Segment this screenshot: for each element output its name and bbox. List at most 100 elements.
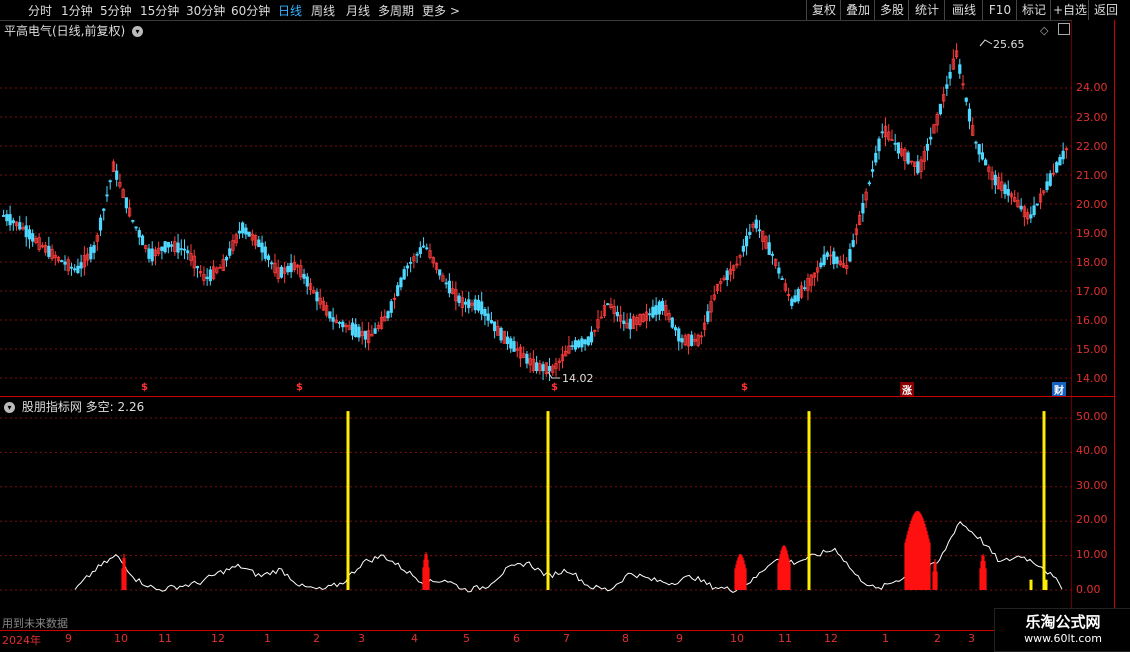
candle-body [425, 247, 429, 250]
candle-body [60, 260, 64, 263]
event-marker[interactable]: $ [551, 382, 558, 393]
indicator-tick: 40.00 [1076, 444, 1108, 457]
candlestick-chart[interactable] [0, 0, 1130, 650]
candle-body [725, 270, 729, 281]
candle-body [438, 269, 442, 276]
month-tick: 8 [622, 632, 629, 645]
month-tick: 3 [358, 632, 365, 645]
candle-body [315, 291, 319, 302]
candle-body [1006, 188, 1010, 196]
candle-body [744, 235, 749, 247]
candle-body [489, 320, 493, 324]
candle-body [660, 300, 665, 311]
candle-body [890, 139, 894, 142]
candle-body [140, 235, 145, 246]
finance-marker[interactable]: 财 [1052, 382, 1066, 397]
indicator-tick: 20.00 [1076, 513, 1108, 526]
candle-body [115, 170, 119, 180]
candle-body [1055, 162, 1059, 173]
candle-body [851, 240, 855, 247]
candle-body [182, 248, 187, 251]
candle-body [880, 131, 884, 134]
candle-body [79, 262, 83, 269]
event-marker[interactable]: $ [141, 382, 148, 393]
candle-body [341, 321, 345, 328]
chevron-down-icon[interactable]: ▾ [4, 402, 15, 413]
candle-body [137, 230, 141, 238]
event-marker[interactable]: $ [741, 382, 748, 393]
candle-body [444, 282, 448, 285]
candle-body [457, 295, 461, 303]
signal-bar-yellow [346, 411, 350, 590]
future-data-note: 用到未来数据 [2, 617, 68, 630]
candle-body [822, 254, 826, 265]
candle-body [583, 339, 587, 345]
candle-body [302, 273, 306, 279]
candle-body [819, 262, 823, 268]
indicator-tick: 30.00 [1076, 479, 1108, 492]
candle-body [690, 334, 694, 346]
candle-body [938, 103, 943, 115]
candle-body [89, 246, 93, 260]
candle-body [1019, 205, 1023, 210]
price-tick: 17.00 [1076, 285, 1108, 298]
candle-body [169, 244, 174, 247]
indicator-title: ▾ 股朋指标网 多空: 2.26 [4, 398, 144, 415]
candle-body [657, 301, 661, 315]
limit-up-marker[interactable]: 涨 [900, 382, 914, 397]
candle-body [570, 345, 574, 347]
candle-body [577, 340, 581, 348]
candle-body [916, 161, 920, 174]
candle-body [974, 141, 978, 144]
candle-body [18, 222, 22, 230]
event-marker[interactable]: $ [296, 382, 303, 393]
candle-body [670, 317, 674, 328]
candle-body [386, 311, 390, 319]
candle-body [357, 326, 361, 338]
candle-body [967, 108, 972, 122]
signal-bar-yellow [1044, 579, 1048, 590]
candle-body [867, 182, 871, 185]
candle-body [350, 322, 355, 336]
candle-body [654, 305, 658, 315]
candle-body [573, 340, 577, 350]
candle-body [27, 229, 32, 240]
candle-body [286, 266, 290, 273]
candle-body [337, 322, 342, 324]
candle-body [195, 266, 200, 269]
candle-body [208, 269, 212, 282]
candle-body [628, 318, 632, 330]
candle-body [473, 299, 477, 311]
candle-body [467, 299, 471, 309]
candle-body [166, 241, 170, 248]
candle-body [373, 328, 377, 334]
candle-body [615, 311, 619, 317]
candle-body [160, 246, 164, 251]
month-tick: 2 [313, 632, 320, 645]
price-tick: 19.00 [1076, 227, 1108, 240]
candle-body [757, 229, 762, 232]
signal-bar-yellow [1029, 579, 1033, 590]
candle-body [92, 245, 96, 253]
candle-body [5, 214, 9, 222]
candle-body [589, 331, 594, 343]
candle-body [76, 265, 80, 274]
month-tick: 9 [676, 632, 683, 645]
watermark-logo: 乐淘公式网 www.60lt.com [994, 608, 1130, 652]
candle-body [948, 71, 952, 79]
candle-body [331, 317, 335, 322]
candle-body [770, 253, 775, 256]
month-tick: 7 [563, 632, 570, 645]
candle-body [651, 306, 655, 318]
candle-body [1061, 150, 1065, 160]
candle-body [124, 197, 128, 209]
candle-body [984, 159, 988, 166]
candle-body [767, 242, 771, 255]
candle-body [896, 142, 901, 154]
candle-body [673, 327, 678, 331]
candle-body [186, 250, 190, 254]
candle-body [706, 311, 710, 322]
high-price-label: 25.65 [993, 38, 1025, 51]
candle-body [2, 215, 6, 217]
month-tick: 3 [968, 632, 975, 645]
